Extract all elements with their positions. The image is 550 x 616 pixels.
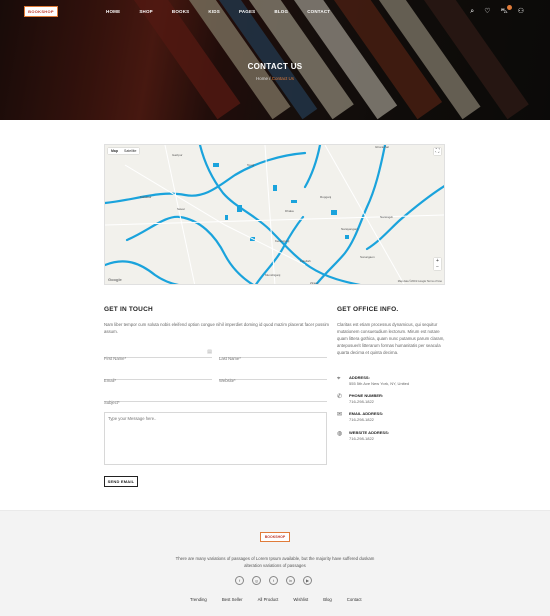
map-toggle-map[interactable]: Map (108, 148, 121, 154)
map-zoom-control: + − (434, 258, 441, 270)
website-input[interactable] (219, 375, 327, 386)
website-field[interactable] (219, 369, 327, 386)
email-input[interactable] (104, 375, 212, 386)
phone-label: PHONE NUMBER: (349, 393, 384, 398)
map-label: Tongi (247, 163, 255, 167)
phone-icon: ✆ (337, 394, 343, 400)
last-name-field[interactable] (219, 347, 327, 364)
contact-title: GET IN TOUCH (104, 306, 153, 313)
website-value: 716-298-1822 (349, 436, 374, 441)
map-attribution: Map data ©2019 Google Terms of Use (397, 280, 442, 283)
google-plus-icon[interactable]: g (252, 576, 261, 585)
contact-card-icon: ▤ (207, 349, 212, 355)
nav-books[interactable]: BOOKS (172, 9, 190, 14)
nav-pages[interactable]: PAGES (239, 9, 255, 14)
nav-kids[interactable]: KIDS (208, 9, 220, 14)
social-links: f g t in ▶ (235, 576, 312, 585)
map-toggle-satellite[interactable]: Satellite (121, 148, 139, 154)
top-navigation: BOOKSHOP HOME SHOP BOOKS KIDS PAGES BLOG… (0, 0, 550, 24)
footer-link-trending[interactable]: Trending (190, 597, 207, 602)
youtube-icon[interactable]: ▶ (303, 576, 312, 585)
logo[interactable]: BOOKSHOP (24, 6, 58, 17)
address-label: ADDRESS: (349, 375, 370, 380)
page-title: CONTACT US (247, 62, 303, 71)
cart-badge (506, 5, 512, 10)
globe-icon: ◍ (337, 431, 343, 437)
map-label: Rupganj (320, 195, 332, 199)
footer-logo[interactable]: BOOKSHOP (260, 532, 290, 542)
map-label: Dhaka (285, 209, 294, 213)
breadcrumb: Home / Contact Us (0, 76, 550, 81)
message-textarea[interactable] (108, 416, 323, 461)
linkedin-icon[interactable]: in (286, 576, 295, 585)
footer-link-blog[interactable]: Blog (323, 597, 332, 602)
map-label: Kaliakair (140, 195, 152, 199)
footer-link-contact[interactable]: Contact (347, 597, 362, 602)
email-label: EMAIL ADDRESS: (349, 411, 384, 416)
website-label: WEBSITE ADDRESS: (349, 430, 390, 435)
first-name-input[interactable] (104, 353, 212, 364)
breadcrumb-separator: / (269, 76, 271, 81)
email-value: 716-298-1822 (349, 417, 374, 422)
nav-contact[interactable]: CONTACT (307, 9, 330, 14)
map-label: Narsingdi (380, 215, 393, 219)
map-label: Zirani (310, 281, 318, 285)
location-icon: ⌖ (337, 376, 341, 382)
map-label: Gazipur (172, 153, 183, 157)
map-label: Sonargaon (360, 255, 375, 259)
header-icons: ⌕ ♡ ⛍ ⚇ (470, 5, 524, 15)
send-email-button[interactable]: SEND EMAIL (104, 476, 138, 487)
map-label: Munshiganj (265, 273, 281, 277)
heart-icon[interactable]: ♡ (484, 8, 490, 15)
fullscreen-icon[interactable]: ⛶ (434, 148, 441, 155)
office-title: GET OFFICE INFO. (337, 306, 399, 313)
email-field[interactable] (104, 369, 212, 386)
map-rivers (105, 145, 444, 284)
breadcrumb-current: Contact Us (271, 76, 295, 81)
office-intro: Claritas est etiam processus dynamicus, … (337, 322, 445, 355)
subject-input[interactable] (104, 397, 327, 408)
message-field[interactable] (104, 412, 327, 465)
first-name-field[interactable]: ▤ (104, 347, 212, 364)
map-label: Narayanganj (341, 227, 359, 231)
subject-field[interactable] (104, 391, 327, 408)
map-label: Fatullah (300, 259, 311, 263)
cart-icon[interactable]: ⛍ (501, 5, 512, 15)
map-label: Savar (177, 207, 185, 211)
footer-link-wishlist[interactable]: Wishlist (293, 597, 308, 602)
breadcrumb-home[interactable]: Home (256, 76, 268, 81)
hero-banner: BOOKSHOP HOME SHOP BOOKS KIDS PAGES BLOG… (0, 0, 550, 120)
user-icon[interactable]: ⚇ (518, 8, 524, 15)
nav-home[interactable]: HOME (106, 9, 120, 14)
footer-text: There are many variations of passages of… (175, 556, 375, 568)
last-name-input[interactable] (219, 353, 327, 364)
footer-links: Trending Best Seller All Product Wishlis… (190, 597, 377, 602)
footer-link-best-seller[interactable]: Best Seller (222, 597, 243, 602)
google-map[interactable]: Gazipur Tongi Savar Dhaka Keraniganj Nar… (104, 144, 445, 285)
footer-link-all-product[interactable]: All Product (258, 597, 279, 602)
search-icon[interactable]: ⌕ (470, 8, 474, 15)
map-label: Ghorashal (375, 145, 389, 149)
contact-intro: Nam liber tempor cum soluta nobis eleife… (104, 322, 329, 334)
facebook-icon[interactable]: f (235, 576, 244, 585)
map-type-toggle: Map Satellite (108, 148, 140, 154)
address-value: 555 5th Ave New York, NY, United (349, 381, 410, 386)
nav-blog[interactable]: BLOG (274, 9, 288, 14)
main-menu: HOME SHOP BOOKS KIDS PAGES BLOG CONTACT (106, 9, 349, 14)
phone-value: 716-298-1822 (349, 399, 374, 404)
map-label: Keraniganj (275, 239, 290, 243)
mail-icon: ✉ (337, 412, 343, 418)
twitter-icon[interactable]: t (269, 576, 278, 585)
nav-shop[interactable]: SHOP (139, 9, 153, 14)
google-logo: Google (108, 277, 122, 282)
zoom-out-icon[interactable]: − (434, 264, 441, 270)
